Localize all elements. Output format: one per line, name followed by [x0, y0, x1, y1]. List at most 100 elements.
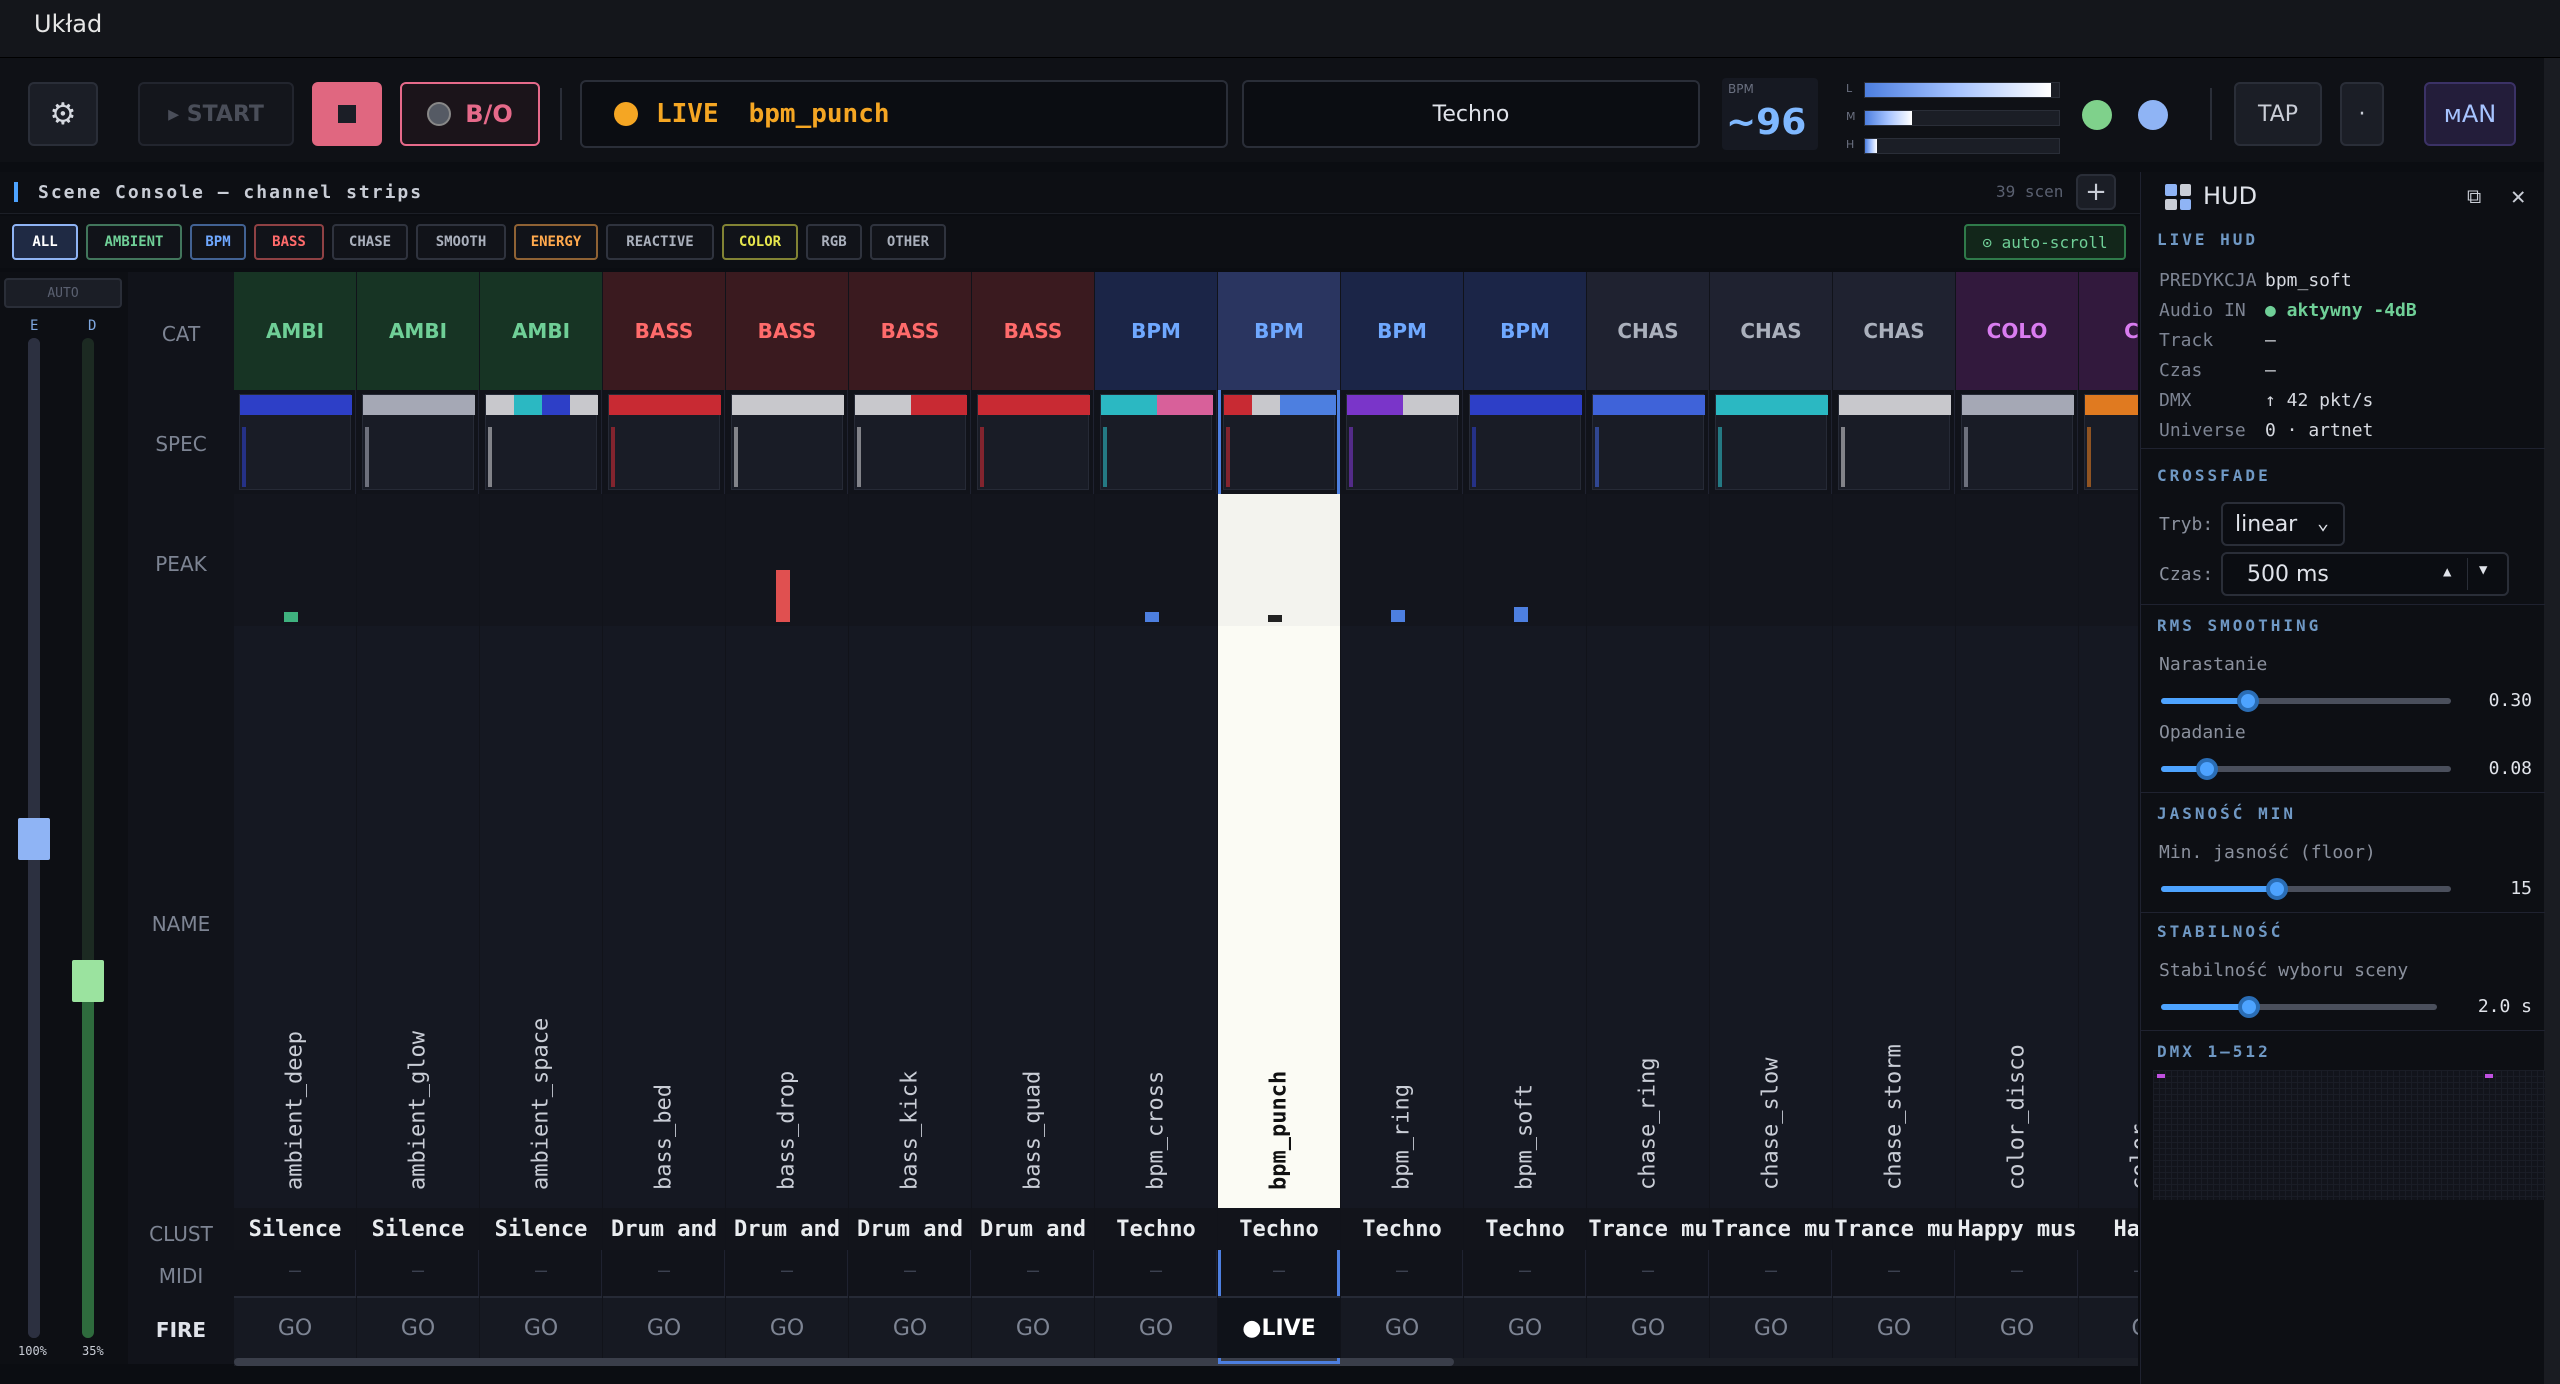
- crossfade-time-input[interactable]: 500 ms ▲ ▼: [2221, 552, 2509, 596]
- strip-spectrum: [731, 394, 844, 490]
- start-button[interactable]: ▸ START: [138, 82, 294, 146]
- fall-slider[interactable]: [2161, 758, 2451, 780]
- rise-slider-knob[interactable]: [2237, 690, 2259, 712]
- rise-slider[interactable]: [2161, 690, 2451, 712]
- chevron-down-icon[interactable]: ▼: [2479, 562, 2487, 578]
- filter-chip-bass[interactable]: BASS: [254, 224, 324, 260]
- strip-fire-button[interactable]: GO: [1587, 1296, 1709, 1358]
- channel-strip[interactable]: BPM bpm_punch Techno — ●LIVE: [1218, 272, 1340, 1364]
- strip-fire-button[interactable]: GO: [972, 1296, 1094, 1358]
- strip-fire-button[interactable]: GO: [1710, 1296, 1832, 1358]
- channel-strip[interactable]: CO color_ Happ— G: [2079, 272, 2138, 1364]
- channel-strip[interactable]: CHAS chase_storm Trance mu — GO: [1833, 272, 1955, 1364]
- strip-fire-button[interactable]: GO: [603, 1296, 725, 1358]
- green-status-indicator[interactable]: [2082, 100, 2112, 130]
- channel-strip[interactable]: AMBI ambient_deep Silence — GO: [234, 272, 356, 1364]
- strip-name-area: bass_bed: [603, 626, 725, 1208]
- channel-strip[interactable]: BPM bpm_cross Techno — GO: [1095, 272, 1217, 1364]
- brightness-slider[interactable]: [2161, 878, 2451, 900]
- strip-name-area: ambient_deep: [234, 626, 356, 1208]
- filter-chip-other[interactable]: OTHER: [870, 224, 946, 260]
- strip-fire-button[interactable]: GO: [234, 1296, 356, 1358]
- spectrum-level: [734, 427, 738, 487]
- channel-strip[interactable]: COLO color_disco Happy mus — GO: [1956, 272, 2078, 1364]
- channel-strip[interactable]: BPM bpm_soft Techno — GO: [1464, 272, 1586, 1364]
- settings-button[interactable]: ⚙: [28, 82, 98, 146]
- filter-chip-color[interactable]: COLOR: [722, 224, 798, 260]
- channel-strip[interactable]: AMBI ambient_glow Silence — GO: [357, 272, 479, 1364]
- strip-midi: —: [2010, 1258, 2024, 1282]
- stability-slider-knob[interactable]: [2238, 996, 2261, 1018]
- autoscroll-toggle[interactable]: ⊙ auto-scroll: [1964, 224, 2126, 260]
- hud-panel: HUD ⧉ ✕ LIVE HUD PREDYKCJA bpm_soft Audio …: [2140, 172, 2545, 1384]
- strip-fire-button[interactable]: GO: [849, 1296, 971, 1358]
- strip-category: AMBI: [480, 272, 602, 390]
- blue-status-indicator[interactable]: [2138, 100, 2168, 130]
- blackout-button[interactable]: B/O: [400, 82, 540, 146]
- channel-strip[interactable]: BASS bass_quad Drum and — GO: [972, 272, 1094, 1364]
- strip-fire-button[interactable]: GO: [726, 1296, 848, 1358]
- strip-fire-button[interactable]: GO: [357, 1296, 479, 1358]
- channel-strip[interactable]: BASS bass_drop Drum and — GO: [726, 272, 848, 1364]
- row-label-peak: PEAK: [155, 552, 207, 576]
- channel-strip[interactable]: CHAS chase_ring Trance mu — GO: [1587, 272, 1709, 1364]
- popout-icon[interactable]: ⧉: [2467, 184, 2481, 208]
- e-meter-handle[interactable]: [18, 818, 50, 860]
- strip-fire-button[interactable]: GO: [480, 1296, 602, 1358]
- row-label-spec: SPEC: [155, 432, 207, 456]
- strip-midi: —: [1395, 1258, 1409, 1282]
- d-meter-track[interactable]: [82, 338, 94, 1338]
- filter-chip-energy[interactable]: ENERGY: [514, 224, 598, 260]
- strip-peak: [1464, 494, 1586, 626]
- strip-fire-button[interactable]: G: [2079, 1296, 2138, 1358]
- strip-fire-button[interactable]: GO: [1833, 1296, 1955, 1358]
- channel-strip[interactable]: CHAS chase_slow Trance mu — GO: [1710, 272, 1832, 1364]
- filter-chip-bpm[interactable]: BPM: [190, 224, 246, 260]
- strip-fire-button[interactable]: ●LIVE: [1218, 1296, 1340, 1358]
- channel-strip[interactable]: AMBI ambient_space Silence — GO: [480, 272, 602, 1364]
- spectrum-level: [2087, 427, 2091, 487]
- strip-fire-button[interactable]: GO: [1956, 1296, 2078, 1358]
- strips-scrollbar[interactable]: [234, 1358, 2138, 1366]
- strip-fire-button[interactable]: GO: [1341, 1296, 1463, 1358]
- filter-chip-smooth[interactable]: SMOOTH: [416, 224, 506, 260]
- stability-slider[interactable]: [2161, 996, 2437, 1018]
- channel-strip[interactable]: BASS bass_bed Drum and — GO: [603, 272, 725, 1364]
- dot-button[interactable]: ·: [2340, 82, 2384, 146]
- hud-info-key: Czas: [2159, 360, 2203, 381]
- strip-fire-button[interactable]: GO: [1095, 1296, 1217, 1358]
- fall-slider-knob[interactable]: [2196, 758, 2219, 780]
- spectrum-level: [1964, 427, 1968, 487]
- filter-chip-rgb[interactable]: RGB: [806, 224, 862, 260]
- filter-chip-label: RGB: [821, 234, 847, 250]
- spectrum-color-bar: [240, 395, 352, 415]
- strip-midi: —: [780, 1258, 794, 1282]
- crossfade-mode-select[interactable]: linear ⌄: [2221, 502, 2345, 546]
- scene-count: 39 scen: [1996, 182, 2064, 201]
- spectrum-color-bar: [2085, 395, 2138, 415]
- d-meter-handle[interactable]: [72, 960, 104, 1002]
- brightness-slider-knob[interactable]: [2266, 878, 2288, 900]
- strip-fire-button[interactable]: GO: [1464, 1296, 1586, 1358]
- stop-button[interactable]: [312, 82, 382, 146]
- filter-chip-chase[interactable]: CHASE: [332, 224, 408, 260]
- channel-strip[interactable]: BPM bpm_ring Techno — GO: [1341, 272, 1463, 1364]
- manual-mode-button[interactable]: ᴍAN: [2424, 82, 2516, 146]
- filter-chip-reactive[interactable]: REACTIVE: [606, 224, 714, 260]
- add-scene-button[interactable]: +: [2076, 174, 2116, 210]
- spectrum-level: [242, 427, 246, 487]
- close-icon[interactable]: ✕: [2511, 182, 2525, 210]
- strip-midi: —: [1149, 1258, 1163, 1282]
- channel-strip[interactable]: BASS bass_kick Drum and — GO: [849, 272, 971, 1364]
- filter-chip-ambient[interactable]: AMBIENT: [86, 224, 182, 260]
- filter-chip-all[interactable]: ALL: [12, 224, 78, 260]
- filter-chip-label: CHASE: [348, 234, 392, 250]
- hud-info-row: Universe 0 · artnet: [2159, 420, 2373, 441]
- tap-tempo-button[interactable]: TAP: [2234, 82, 2322, 146]
- auto-toggle[interactable]: AUTO: [4, 278, 122, 308]
- meter-fill-m: [1865, 111, 1912, 125]
- window-title: Układ: [34, 10, 103, 38]
- stepper-up-icon[interactable]: ▲: [2443, 564, 2451, 580]
- strip-spectrum: [1715, 394, 1828, 490]
- header-accent-bar: [14, 182, 18, 202]
